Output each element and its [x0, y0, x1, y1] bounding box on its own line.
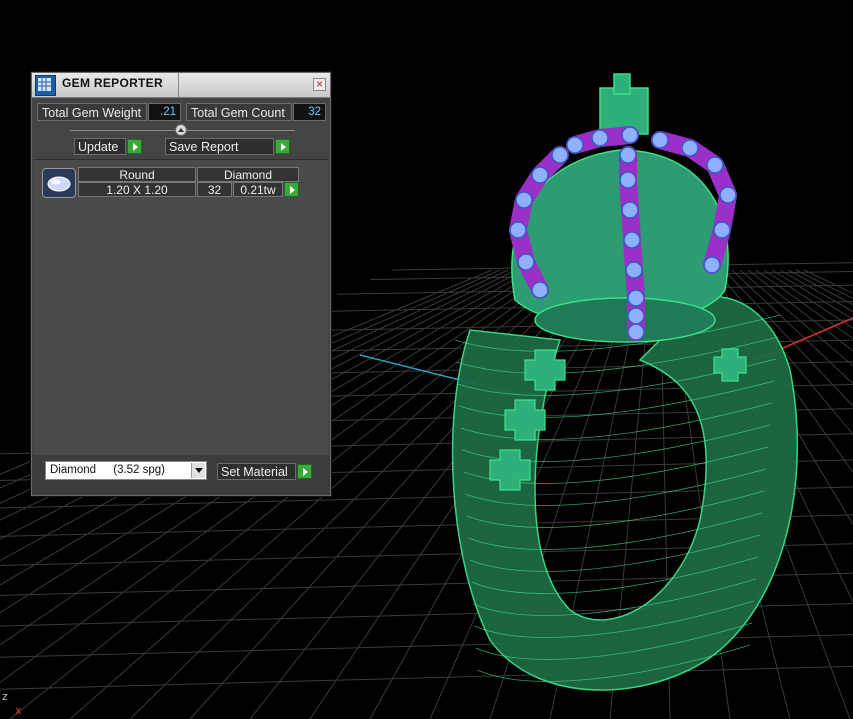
gem-stone [713, 221, 731, 239]
gem-reporter-icon [35, 75, 56, 96]
gem-row-go-icon[interactable] [284, 182, 299, 197]
save-report-go-icon[interactable] [275, 139, 290, 154]
gem-stone [621, 201, 639, 219]
gem-size: 1.20 X 1.20 [78, 182, 196, 197]
gem-stone [551, 146, 569, 164]
material-select-name: Diamond [50, 464, 97, 476]
gem-stone [515, 191, 533, 209]
gem-stone [623, 231, 641, 249]
splitter-handle[interactable] [175, 124, 187, 136]
gem-count: 32 [197, 182, 232, 197]
gem-stone [706, 156, 724, 174]
gem-stone [509, 221, 527, 239]
gem-stone [621, 126, 639, 144]
set-material-go-icon[interactable] [297, 464, 312, 479]
gem-stone [719, 186, 737, 204]
update-button[interactable]: Update [74, 138, 126, 155]
gem-stone [619, 146, 637, 164]
grid-line [787, 269, 853, 306]
gem-list: Round 1.20 X 1.20 Diamond 32 0.21tw [34, 159, 328, 455]
gem-stone [651, 131, 669, 149]
material-bar: Diamond (3.52 spg) Set Material [32, 455, 330, 495]
gem-stone [531, 166, 549, 184]
crown-base [534, 297, 716, 343]
chevron-down-icon[interactable] [191, 463, 205, 478]
close-icon[interactable]: × [313, 78, 326, 91]
material-select-spg: (3.52 spg) [113, 464, 166, 476]
gem-stone [627, 289, 645, 307]
material-select[interactable]: Diamond (3.52 spg) [45, 461, 207, 480]
grid-line [795, 269, 853, 300]
gem-stone [517, 253, 535, 271]
panel-title: GEM REPORTER [62, 76, 163, 90]
gem-shape: Round [78, 167, 196, 182]
crown-cross-top [613, 73, 631, 95]
panel-titlebar[interactable]: GEM REPORTER × [32, 73, 330, 98]
axis-z-label: z [2, 690, 8, 703]
total-gem-weight-label: Total Gem Weight [37, 103, 147, 121]
total-gem-count-value: 32 [293, 103, 326, 121]
title-divider [178, 73, 179, 97]
gem-stone [566, 136, 584, 154]
gem-reporter-panel: GEM REPORTER × Total Gem Weight .21 Tota… [31, 72, 331, 496]
gem-stone [531, 281, 549, 299]
update-go-icon[interactable] [127, 139, 142, 154]
save-report-button[interactable]: Save Report [165, 138, 274, 155]
grid-line [803, 269, 853, 294]
gem-stone [627, 307, 645, 325]
gem-stone [627, 323, 645, 341]
gem-stone [625, 261, 643, 279]
gem-thumbnail-icon [42, 168, 76, 198]
gem-weight: 0.21tw [233, 182, 283, 197]
gem-stone [681, 139, 699, 157]
gem-material: Diamond [197, 167, 299, 182]
gem-stone [703, 256, 721, 274]
total-gem-count-label: Total Gem Count [186, 103, 292, 121]
gem-stone [619, 171, 637, 189]
set-material-button[interactable]: Set Material [217, 463, 296, 480]
axis-x-label: x [15, 704, 22, 717]
gem-stone [591, 129, 609, 147]
total-gem-weight-value: .21 [148, 103, 181, 121]
